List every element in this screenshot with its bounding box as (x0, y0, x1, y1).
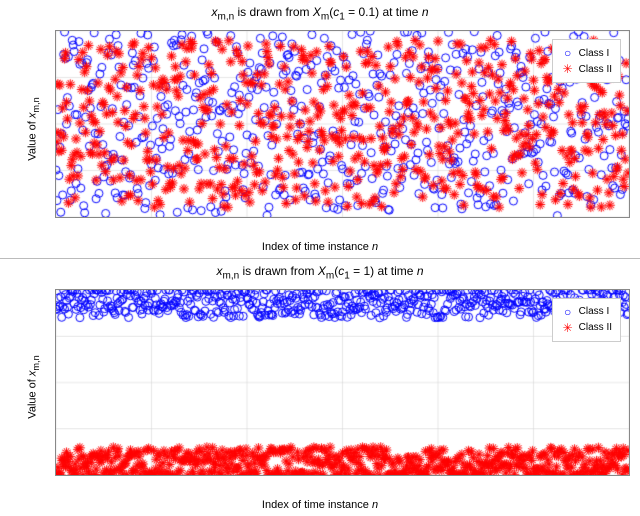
top-legend-class1: ○ Class I (561, 46, 612, 60)
top-class1-label: Class I (579, 48, 610, 59)
top-legend-class2: ✳ Class II (561, 62, 612, 76)
bottom-plot-area: ○ Class I ✳ Class II 0 100 200 300 400 5… (55, 289, 630, 477)
top-canvas (56, 31, 629, 217)
bottom-chart-panel: xm,n is drawn from Xm(c1 = 1) at time n … (0, 259, 640, 516)
bottom-canvas (56, 290, 629, 476)
bottom-y-label: Value of xm,n (27, 356, 41, 419)
top-plot-area: ○ Class I ✳ Class II 0 100 200 300 400 5… (55, 30, 630, 218)
top-y-label: Value of xm,n (27, 97, 41, 160)
top-x-label: Index of time instance n (0, 241, 640, 253)
bottom-legend-class1: ○ Class I (561, 305, 612, 319)
bottom-class1-icon: ○ (561, 305, 575, 319)
bottom-x-label: Index of time instance n (0, 499, 640, 511)
bottom-class1-label: Class I (579, 306, 610, 317)
bottom-class2-label: Class II (579, 322, 612, 333)
top-class2-icon: ✳ (561, 62, 575, 76)
bottom-legend-class2: ✳ Class II (561, 321, 612, 335)
bottom-legend: ○ Class I ✳ Class II (552, 298, 621, 342)
top-legend: ○ Class I ✳ Class II (552, 39, 621, 83)
chart-container: xm,n is drawn from Xm(c1 = 0.1) at time … (0, 0, 640, 516)
top-class2-label: Class II (579, 64, 612, 75)
bottom-chart-title: xm,n is drawn from Xm(c1 = 1) at time n (0, 264, 640, 281)
top-class1-icon: ○ (561, 46, 575, 60)
bottom-class2-icon: ✳ (561, 321, 575, 335)
top-chart-panel: xm,n is drawn from Xm(c1 = 0.1) at time … (0, 0, 640, 258)
top-chart-title: xm,n is drawn from Xm(c1 = 0.1) at time … (0, 5, 640, 22)
